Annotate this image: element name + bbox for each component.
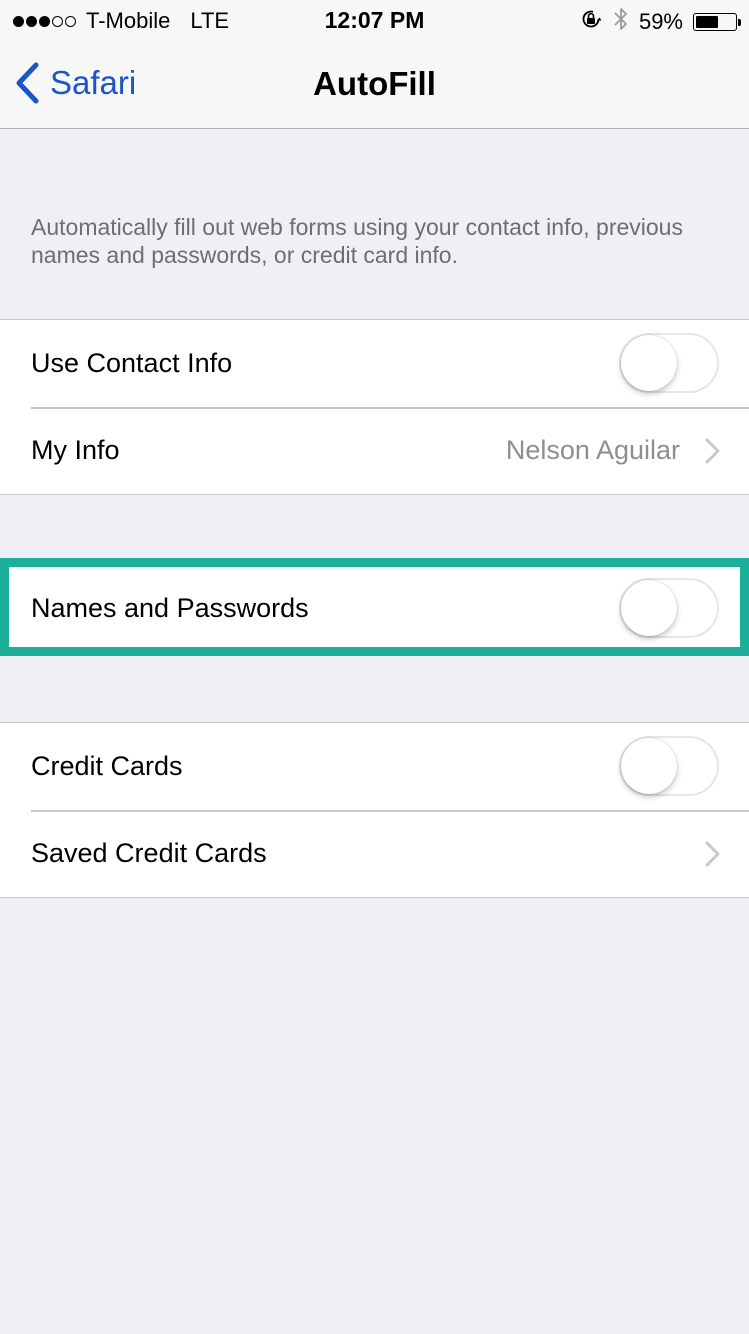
status-right: 59% [579, 6, 741, 38]
contact-info-group: Use Contact Info My Info Nelson Aguilar [0, 319, 749, 495]
saved-credit-cards-row[interactable]: Saved Credit Cards [0, 810, 749, 897]
row-label: Saved Credit Cards [31, 838, 267, 868]
credit-cards-toggle[interactable] [619, 736, 719, 796]
rotation-lock-icon [579, 7, 603, 37]
use-contact-info-row: Use Contact Info [0, 320, 749, 407]
back-button[interactable]: Safari [14, 62, 136, 104]
network-type: LTE [190, 8, 230, 33]
toggle-knob [621, 580, 677, 636]
chevron-left-icon [14, 62, 40, 104]
signal-dot [26, 15, 37, 27]
signal-dot [39, 15, 50, 27]
autofill-description: Automatically fill out web forms using y… [31, 214, 683, 268]
row-label: Credit Cards [31, 751, 183, 781]
carrier-name: T-Mobile [86, 8, 171, 33]
chevron-right-icon [705, 438, 721, 469]
battery-level [696, 16, 719, 28]
use-contact-info-toggle[interactable] [619, 333, 719, 393]
chevron-right-icon [705, 841, 721, 872]
signal-strength-icon [13, 15, 76, 27]
my-info-value: Nelson Aguilar [505, 435, 680, 465]
battery-percent: 59% [638, 9, 683, 34]
status-bar: T-Mobile LTE 12:07 PM 59% [0, 0, 749, 42]
status-left: T-Mobile LTE [13, 8, 229, 34]
bluetooth-icon [613, 6, 629, 38]
row-label: Use Contact Info [31, 348, 233, 378]
row-label: My Info [31, 435, 120, 465]
navigation-bar: Safari AutoFill [0, 42, 749, 129]
credit-cards-row: Credit Cards [0, 723, 749, 810]
toggle-knob [621, 335, 677, 391]
credit-cards-group: Credit Cards Saved Credit Cards [0, 722, 749, 898]
signal-dot [52, 15, 63, 27]
battery-icon [693, 13, 741, 31]
names-and-passwords-group: Names and Passwords [0, 566, 749, 650]
signal-dot [13, 15, 24, 27]
toggle-knob [621, 738, 677, 794]
names-and-passwords-toggle[interactable] [619, 578, 719, 638]
signal-dot [65, 15, 76, 27]
back-label: Safari [50, 64, 137, 101]
row-label: Names and Passwords [31, 592, 309, 623]
my-info-row[interactable]: My Info Nelson Aguilar [0, 407, 749, 494]
names-and-passwords-row: Names and Passwords [0, 566, 749, 650]
